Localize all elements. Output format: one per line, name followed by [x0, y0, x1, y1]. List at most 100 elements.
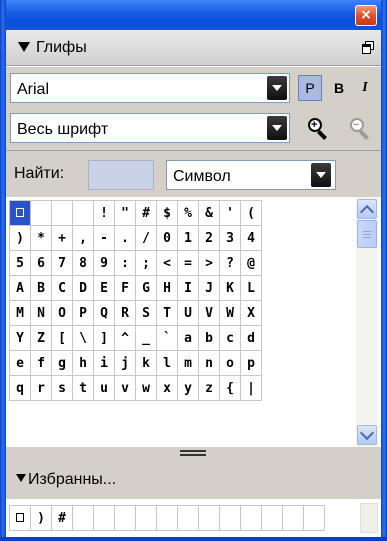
panel-header[interactable]: Глифы [6, 30, 381, 66]
favorites-header[interactable]: Избранны... [6, 459, 381, 499]
glyph-cell[interactable]: * [30, 225, 52, 251]
glyph-cell[interactable]: L [240, 275, 262, 301]
glyph-cell[interactable]: m [177, 350, 199, 376]
glyph-cell[interactable]: W [219, 300, 241, 326]
dropdown-arrow-icon[interactable] [267, 116, 287, 140]
close-button[interactable]: × [355, 5, 377, 26]
glyph-cell[interactable]: ] [93, 325, 115, 351]
favorite-glyph-cell[interactable] [198, 505, 220, 531]
glyph-cell[interactable]: 0 [156, 225, 178, 251]
glyph-cell[interactable]: q [9, 375, 31, 401]
glyph-cell[interactable]: 7 [51, 250, 73, 276]
plain-style-button[interactable]: P [298, 75, 322, 101]
glyph-cell[interactable]: ! [93, 200, 115, 226]
glyph-cell[interactable]: U [177, 300, 199, 326]
find-type-select[interactable]: Символ [166, 160, 336, 190]
panel-menu-icon[interactable] [362, 41, 374, 54]
glyph-cell[interactable]: a [177, 325, 199, 351]
glyph-cell[interactable]: ? [219, 250, 241, 276]
favorite-glyph-cell[interactable] [93, 505, 115, 531]
glyph-cell[interactable]: O [51, 300, 73, 326]
glyph-cell[interactable]: \ [72, 325, 94, 351]
glyph-cell[interactable]: ; [135, 250, 157, 276]
glyph-cell[interactable]: ) [9, 225, 31, 251]
collapse-triangle-icon[interactable] [16, 474, 26, 482]
dropdown-arrow-icon[interactable] [267, 76, 287, 100]
glyph-cell[interactable]: R [114, 300, 136, 326]
glyph-cell[interactable] [51, 200, 73, 226]
glyph-cell[interactable]: s [51, 375, 73, 401]
splitter-handle[interactable] [6, 447, 381, 459]
favorite-glyph-cell[interactable]: # [51, 505, 73, 531]
glyph-cell[interactable]: ^ [114, 325, 136, 351]
glyph-cell[interactable]: B [30, 275, 52, 301]
glyph-cell[interactable]: y [177, 375, 199, 401]
glyph-cell[interactable]: A [9, 275, 31, 301]
glyph-cell[interactable]: = [177, 250, 199, 276]
glyph-cell[interactable]: _ [135, 325, 157, 351]
glyph-cell[interactable]: J [198, 275, 220, 301]
glyph-cell[interactable]: G [135, 275, 157, 301]
scroll-thumb[interactable] [357, 220, 377, 248]
scroll-up-button[interactable] [357, 199, 377, 219]
glyph-cell[interactable]: & [198, 200, 220, 226]
glyph-cell[interactable]: l [156, 350, 178, 376]
glyph-cell[interactable]: + [51, 225, 73, 251]
glyph-cell[interactable]: { [219, 375, 241, 401]
glyph-cell[interactable]: . [114, 225, 136, 251]
glyph-cell[interactable]: 3 [219, 225, 241, 251]
glyph-cell[interactable]: Z [30, 325, 52, 351]
glyph-cell[interactable]: k [135, 350, 157, 376]
find-input[interactable] [88, 160, 154, 190]
glyph-cell[interactable]: f [30, 350, 52, 376]
glyph-cell[interactable]: e [9, 350, 31, 376]
glyph-cell[interactable]: 2 [198, 225, 220, 251]
glyph-cell[interactable]: 6 [30, 250, 52, 276]
glyph-cell[interactable]: D [72, 275, 94, 301]
glyph-cell[interactable] [9, 200, 31, 226]
glyph-cell[interactable]: X [240, 300, 262, 326]
glyph-cell[interactable]: 5 [9, 250, 31, 276]
glyph-cell[interactable]: 9 [93, 250, 115, 276]
favorite-glyph-cell[interactable] [135, 505, 157, 531]
glyph-cell[interactable]: % [177, 200, 199, 226]
glyph-cell[interactable]: M [9, 300, 31, 326]
glyph-cell[interactable]: $ [156, 200, 178, 226]
favorite-glyph-cell[interactable] [303, 505, 325, 531]
glyph-cell[interactable]: | [240, 375, 262, 401]
favorite-glyph-cell[interactable] [219, 505, 241, 531]
favorite-glyph-cell[interactable] [9, 505, 31, 531]
font-select[interactable]: Arial [10, 73, 290, 103]
glyph-cell[interactable]: , [72, 225, 94, 251]
window-titlebar[interactable]: × [0, 0, 387, 30]
glyph-cell[interactable]: " [114, 200, 136, 226]
glyph-cell[interactable]: : [114, 250, 136, 276]
glyph-cell[interactable]: - [93, 225, 115, 251]
glyph-range-select[interactable]: Весь шрифт [10, 113, 290, 143]
glyph-cell[interactable]: n [198, 350, 220, 376]
glyph-cell[interactable] [30, 200, 52, 226]
favorite-glyph-cell[interactable] [156, 505, 178, 531]
glyph-cell[interactable]: z [198, 375, 220, 401]
favorites-scrollbar[interactable] [360, 503, 378, 533]
favorite-glyph-cell[interactable]: ) [30, 505, 52, 531]
glyph-cell[interactable]: 4 [240, 225, 262, 251]
glyph-cell[interactable]: # [135, 200, 157, 226]
glyph-cell[interactable]: P [72, 300, 94, 326]
glyph-cell[interactable]: d [240, 325, 262, 351]
glyph-cell[interactable]: / [135, 225, 157, 251]
scroll-down-button[interactable] [357, 425, 377, 445]
glyph-cell[interactable] [72, 200, 94, 226]
glyph-cell[interactable]: N [30, 300, 52, 326]
glyph-cell[interactable]: C [51, 275, 73, 301]
glyph-cell[interactable]: p [240, 350, 262, 376]
favorite-glyph-cell[interactable] [177, 505, 199, 531]
glyph-cell[interactable]: ( [240, 200, 262, 226]
favorite-glyph-cell[interactable] [72, 505, 94, 531]
glyph-cell[interactable]: b [198, 325, 220, 351]
glyph-cell[interactable]: o [219, 350, 241, 376]
glyph-cell[interactable]: < [156, 250, 178, 276]
favorite-glyph-cell[interactable] [282, 505, 304, 531]
glyph-cell[interactable]: V [198, 300, 220, 326]
glyph-cell[interactable]: I [177, 275, 199, 301]
